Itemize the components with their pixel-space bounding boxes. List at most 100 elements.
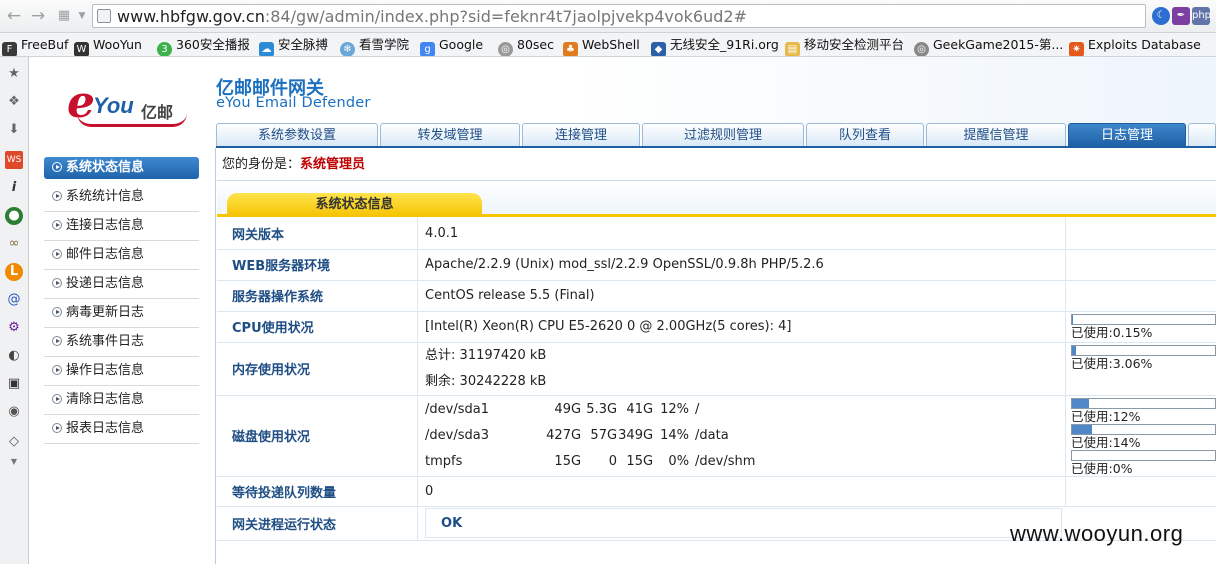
wooyun-icon: W (74, 42, 89, 56)
row-label: 内存使用状况 (217, 342, 419, 396)
identity-row: 您的身份是：系统管理员 (217, 148, 1216, 181)
bookmark-webshell[interactable]: ♣ WebShell (563, 36, 640, 56)
status-table: 网关版本 4.0.1 WEB服务器环境 Apache/2.2.9 (Unix) … (217, 218, 1216, 541)
tab-queue[interactable]: 队列查看 (806, 123, 924, 147)
star-icon[interactable]: ★ (5, 65, 23, 83)
disk-usage-meter (1070, 423, 1216, 435)
download-icon[interactable]: ⬇ (5, 121, 23, 139)
back-icon[interactable]: ← (4, 6, 24, 26)
l-icon[interactable]: L (5, 263, 23, 281)
eyou-logo: e You 亿邮 (67, 77, 187, 129)
puzzle-icon[interactable]: ❖ (5, 93, 23, 111)
bug-icon: ✷ (1069, 42, 1084, 56)
nav-cleanup-log[interactable]: 清除日志信息 (44, 386, 199, 415)
meter-fill (1071, 345, 1077, 355)
row-label: 网关版本 (217, 218, 419, 250)
glasses-icon[interactable]: ∞ (5, 235, 23, 253)
360-icon: 3 (157, 42, 172, 56)
bookmark-wooyun[interactable]: W WooYun (74, 36, 142, 56)
nav-system-event-log[interactable]: 系统事件日志 (44, 328, 199, 357)
tab-forward-domain[interactable]: 转发域管理 (380, 123, 520, 147)
main-tabs: 系统参数设置 转发域管理 连接管理 过滤规则管理 队列查看 提醒信管理 日志管理 (216, 123, 1216, 147)
bookmark-91ri[interactable]: ◆ 无线安全_91Ri.org (651, 36, 779, 56)
cpu-value: [Intel(R) Xeon(R) CPU E5-2620 0 @ 2.00GH… (417, 311, 1066, 343)
memory-free: 剩余: 30242228 kB (425, 373, 547, 389)
tab-reminder[interactable]: 提醒信管理 (926, 123, 1066, 147)
tab-connection[interactable]: 连接管理 (522, 123, 640, 147)
meter-fill (1071, 314, 1074, 324)
process-status-value: OK (425, 508, 1063, 538)
gear-icon[interactable]: ⚙ (5, 319, 23, 337)
nav-operation-log[interactable]: 操作日志信息 (44, 357, 199, 386)
grid-icon[interactable]: ▣ (5, 375, 23, 393)
address-bar[interactable]: www.hbfgw.gov.cn:84/gw/admin/index.php?s… (92, 4, 1146, 28)
globe-icon: ◎ (914, 42, 929, 56)
bookmark-geekgame[interactable]: ◎ GeekGame2015-第... (914, 36, 1063, 56)
extension-moon-icon[interactable]: ☾ (1152, 7, 1170, 25)
nav-virus-update-log[interactable]: 病毒更新日志 (44, 299, 199, 328)
disk-usage-meter (1070, 449, 1216, 461)
url-text[interactable]: www.hbfgw.gov.cn:84/gw/admin/index.php?s… (117, 7, 747, 26)
queue-value: 0 (417, 476, 1066, 507)
disk-row: tmpfs 15G 0 15G 0%/dev/shm (425, 453, 756, 469)
info-icon[interactable]: i (5, 179, 23, 197)
row-label: 网关进程运行状态 (217, 506, 419, 541)
green-circle-icon[interactable]: ● (5, 207, 23, 225)
bullet-icon (52, 336, 62, 346)
globe-icon[interactable]: ◉ (5, 403, 23, 421)
bookmark-exploit-db[interactable]: ✷ Exploits Database (1069, 36, 1201, 56)
bookmark-aqmb[interactable]: ☁ 安全脉搏 (259, 36, 328, 56)
google-icon: g (420, 42, 435, 56)
tab-more[interactable] (1188, 123, 1216, 147)
nav-connection-log[interactable]: 连接日志信息 (44, 212, 199, 241)
tag-icon[interactable]: ◇ (5, 433, 23, 451)
tab-system-params[interactable]: 系统参数设置 (216, 123, 378, 147)
table-row: 磁盘使用状况 /dev/sda1 49G 5.3G 41G 12% / /dev/sda3… (217, 395, 1216, 477)
row-label: 磁盘使用状况 (217, 395, 419, 477)
bullet-icon (52, 162, 62, 172)
nav-system-status[interactable]: 系统状态信息 (44, 157, 199, 179)
memory-usage-label: 已使用:3.06% (1070, 355, 1153, 371)
row-label: 等待投递队列数量 (217, 476, 419, 507)
tab-logs[interactable]: 日志管理 (1068, 123, 1186, 147)
chevron-down-icon[interactable]: ▼ (5, 453, 23, 471)
webshell-icon: ♣ (563, 42, 578, 56)
nav-report-log[interactable]: 报表日志信息 (44, 415, 199, 444)
bookmark-google[interactable]: g Google (420, 36, 483, 56)
folder-icon: ▤ (785, 42, 800, 56)
bookmark-360[interactable]: 3 360安全播报 (157, 36, 250, 56)
disk-row: /dev/sda1 49G 5.3G 41G 12% / (425, 401, 700, 417)
left-nav: 系统状态信息 系统统计信息 连接日志信息 邮件日志信息 投递日志信息 病毒更新日… (29, 148, 216, 564)
section-bar: 系统状态信息 (217, 181, 1216, 217)
swirl-icon[interactable]: @ (5, 291, 23, 309)
bullet-icon (52, 365, 62, 375)
extension-feather-icon[interactable]: ✒ (1172, 7, 1190, 25)
web-env-value: Apache/2.2.9 (Unix) mod_ssl/2.2.9 OpenSS… (417, 249, 1066, 281)
palette-icon[interactable]: ◐ (5, 347, 23, 365)
nav-delivery-log[interactable]: 投递日志信息 (44, 270, 199, 299)
freebuf-icon: F (2, 42, 17, 56)
bookmark-80sec[interactable]: ◎ 80sec (498, 36, 554, 56)
disk-usage-label: 已使用:0% (1070, 460, 1133, 476)
extension-php-icon[interactable]: php (1192, 7, 1211, 25)
tab-filter-rules[interactable]: 过滤规则管理 (642, 123, 804, 147)
nav-system-stats[interactable]: 系统统计信息 (44, 183, 199, 212)
meter-fill (1071, 398, 1090, 408)
forward-icon[interactable]: → (28, 6, 48, 26)
disk-usage-label: 已使用:12% (1070, 408, 1141, 424)
bookmark-kanxue[interactable]: ❄ 看雪学院 (340, 36, 409, 56)
product-name-en: eYou Email Defender (216, 95, 371, 111)
row-label: 服务器操作系统 (217, 280, 419, 312)
chevron-down-icon[interactable]: ▼ (72, 6, 92, 26)
nav-mail-log[interactable]: 邮件日志信息 (44, 241, 199, 270)
table-row: 内存使用状况 总计: 31197420 kB 剩余: 30242228 kB 已… (217, 342, 1216, 396)
cpu-usage-meter (1070, 313, 1216, 325)
table-row: 等待投递队列数量 0 (217, 476, 1216, 507)
bookmark-mobile-sec[interactable]: ▤ 移动安全检测平台 (785, 36, 904, 56)
disk-usage-meter (1070, 397, 1216, 409)
bookmark-freebuf[interactable]: F FreeBuf (2, 36, 68, 56)
apps-grid-icon[interactable]: ▦ (54, 6, 74, 26)
bookmarks-bar: F FreeBuf W WooYun 3 360安全播报 ☁ 安全脉搏 ❄ 看雪学院 gG… (0, 33, 1216, 57)
ws-icon[interactable]: WS (5, 151, 23, 169)
watermark: www.wooyun.org (1010, 521, 1184, 546)
